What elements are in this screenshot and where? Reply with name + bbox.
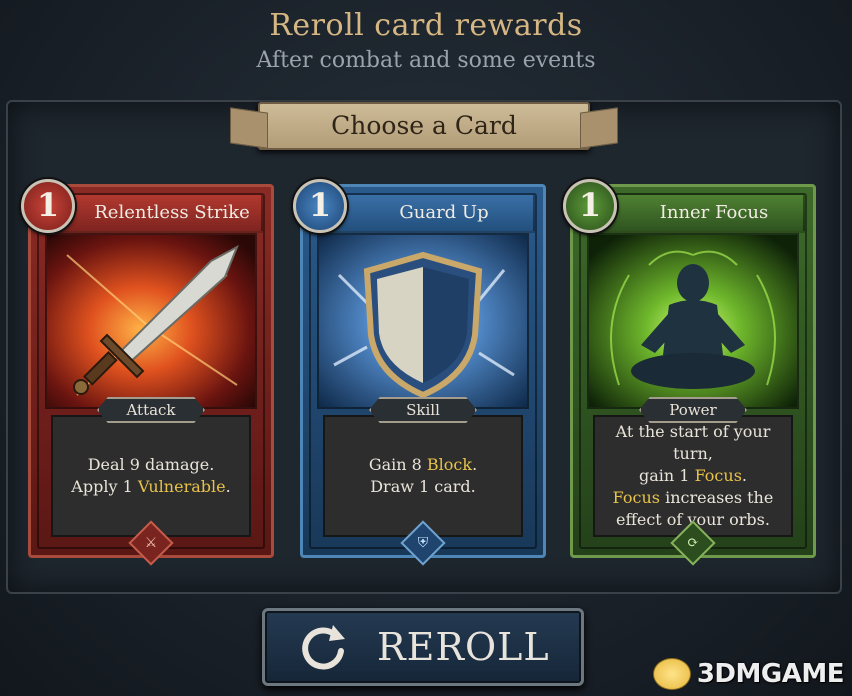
description-text: Gain 8 bbox=[368, 455, 427, 474]
card-type-label: Power bbox=[639, 397, 747, 423]
energy-cost: 1 bbox=[21, 179, 75, 233]
sword-icon bbox=[47, 235, 255, 407]
keyword-vulnerable: Vulnerable bbox=[137, 477, 226, 496]
description-line: Focus increases the bbox=[613, 487, 774, 509]
watermark-text: 3DMGAME bbox=[696, 659, 845, 689]
description-line: Apply 1 Vulnerable. bbox=[71, 476, 230, 498]
keyword-focus: Focus bbox=[694, 466, 742, 485]
description-text: Apply 1 bbox=[71, 477, 138, 496]
card-art bbox=[45, 233, 257, 409]
energy-cost: 1 bbox=[293, 179, 347, 233]
card-description: At the start of your turn, gain 1 Focus.… bbox=[593, 415, 793, 537]
card-description: Deal 9 damage. Apply 1 Vulnerable. bbox=[51, 415, 251, 537]
description-line: Deal 9 damage. bbox=[88, 454, 215, 476]
description-text: . bbox=[225, 477, 231, 496]
watermark: 3DMGAME bbox=[652, 658, 845, 690]
description-line: Draw 1 card. bbox=[370, 476, 476, 498]
watermark-logo-icon bbox=[652, 658, 691, 690]
description-text: At the start of your turn, bbox=[615, 422, 771, 463]
description-text: . bbox=[741, 466, 747, 485]
card-type-label: Skill bbox=[369, 397, 477, 423]
card-art bbox=[317, 233, 529, 409]
card-art bbox=[587, 233, 799, 409]
description-line: gain 1 Focus. bbox=[639, 465, 747, 487]
banner-label: Choose a Card bbox=[331, 111, 517, 140]
description-text: . bbox=[472, 455, 478, 474]
card-relentless-strike[interactable]: Relentless Strike 1 Attack Deal 9 damage… bbox=[21, 179, 274, 566]
refresh-icon bbox=[302, 625, 345, 670]
card-name-bar: Relentless Strike bbox=[53, 193, 263, 233]
card-name: Relentless Strike bbox=[94, 202, 250, 223]
card-description: Gain 8 Block. Draw 1 card. bbox=[323, 415, 523, 537]
card-name-bar: Guard Up bbox=[325, 193, 535, 233]
description-text: Draw 1 card. bbox=[370, 477, 476, 496]
keyword-block: Block bbox=[426, 455, 473, 474]
description-line: At the start of your turn, bbox=[595, 421, 791, 465]
card-name: Guard Up bbox=[399, 202, 489, 223]
shield-icon bbox=[319, 235, 527, 407]
description-text: gain 1 bbox=[639, 466, 695, 485]
reroll-label: REROLL bbox=[377, 625, 550, 669]
keyword-focus: Focus bbox=[612, 488, 661, 507]
card-name: Inner Focus bbox=[659, 202, 769, 223]
description-text: increases the bbox=[660, 488, 774, 507]
reroll-button[interactable]: REROLL bbox=[262, 608, 584, 686]
meditating-figure-icon bbox=[589, 235, 797, 407]
card-type-label: Attack bbox=[97, 397, 205, 423]
card-name-bar: Inner Focus bbox=[595, 193, 805, 233]
card-guard-up[interactable]: Guard Up 1 Skill Gain 8 Block. Draw 1 ca… bbox=[293, 179, 546, 566]
description-line: Gain 8 Block. bbox=[369, 454, 477, 476]
choose-card-banner: Choose a Card bbox=[258, 102, 590, 150]
card-inner-focus[interactable]: Inner Focus 1 Power At the start of your… bbox=[563, 179, 816, 566]
energy-cost: 1 bbox=[563, 179, 617, 233]
page-subtitle: After combat and some events bbox=[256, 48, 596, 73]
page-title: Reroll card rewards bbox=[269, 8, 583, 43]
description-text: Deal 9 damage. bbox=[87, 455, 215, 474]
